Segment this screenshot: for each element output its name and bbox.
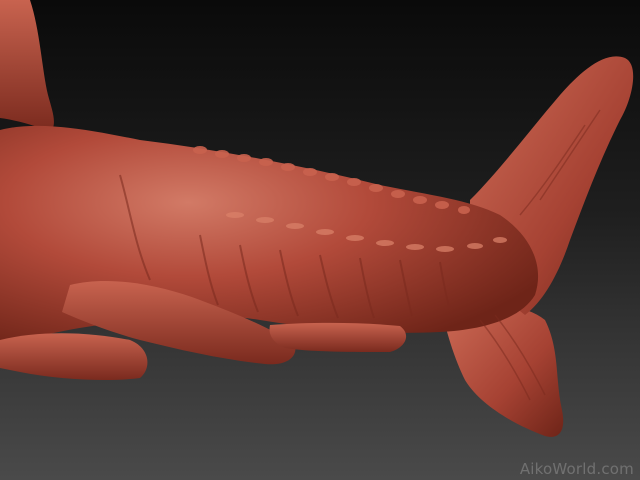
render-viewport: AikoWorld.com — [0, 0, 640, 480]
anal-fin — [269, 322, 407, 352]
watermark: AikoWorld.com — [519, 460, 634, 478]
pelvic-fin — [0, 333, 148, 380]
dorsal-fin — [0, 0, 54, 132]
sculpt-render — [0, 0, 634, 437]
